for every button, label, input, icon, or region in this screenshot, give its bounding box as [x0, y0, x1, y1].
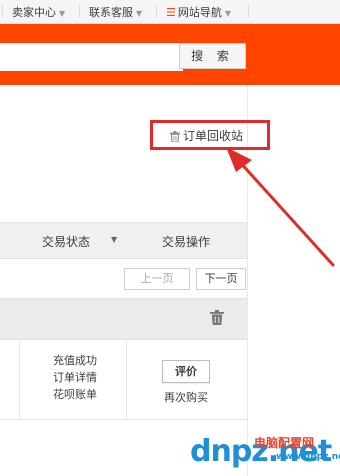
- separator: [156, 5, 157, 17]
- prev-page-button[interactable]: 上一页: [124, 268, 190, 290]
- menu-icon: ☰: [166, 6, 176, 19]
- search-button[interactable]: 搜 索: [179, 43, 246, 69]
- trash-icon[interactable]: [210, 310, 224, 328]
- huabei-bill-link[interactable]: 花呗账单: [40, 386, 110, 403]
- cell-divider: [126, 339, 127, 419]
- caret-down-icon: ▼: [224, 9, 232, 18]
- next-page-button[interactable]: 下一页: [196, 268, 246, 290]
- caret-down-icon: ▼: [136, 9, 143, 18]
- order-status-links: 充值成功 订单详情 花呗账单: [40, 352, 110, 403]
- top-nav-bar: 卖家中心 ▼ 联系客服 ▼ ☰ 网站导航 ▼: [0, 0, 340, 24]
- seller-center-link[interactable]: 卖家中心 ▼: [12, 4, 65, 20]
- watermark: dnpz.net 电脑配置网 www.dnpz.net: [190, 430, 340, 476]
- order-table-header: 交易状态 ▼ 交易操作: [0, 222, 247, 259]
- highlight-box: [150, 120, 270, 150]
- separator: [2, 5, 3, 17]
- rate-button[interactable]: 评价: [162, 360, 210, 383]
- separator: [79, 5, 80, 17]
- recharge-success-link[interactable]: 充值成功: [40, 352, 110, 369]
- watermark-url: www.dnpz.net: [276, 452, 340, 462]
- caret-down-icon: ▼: [59, 9, 66, 18]
- status-column-header[interactable]: 交易状态: [42, 233, 90, 250]
- cell-divider: [19, 339, 20, 419]
- actions-column-header: 交易操作: [162, 235, 211, 249]
- search-input[interactable]: [0, 43, 183, 71]
- order-details-link[interactable]: 订单详情: [40, 369, 110, 386]
- customer-service-link[interactable]: 联系客服 ▼: [89, 4, 142, 20]
- separator: [248, 5, 249, 17]
- site-nav-label: 网站导航: [177, 6, 222, 19]
- site-nav-link[interactable]: ☰ 网站导航 ▼: [166, 4, 231, 20]
- seller-center-label: 卖家中心: [12, 6, 56, 19]
- customer-service-label: 联系客服: [89, 6, 133, 19]
- watermark-brand-cn: 电脑配置网: [254, 436, 315, 450]
- caret-down-icon[interactable]: ▼: [111, 235, 117, 244]
- rebuy-link[interactable]: 再次购买: [152, 389, 220, 405]
